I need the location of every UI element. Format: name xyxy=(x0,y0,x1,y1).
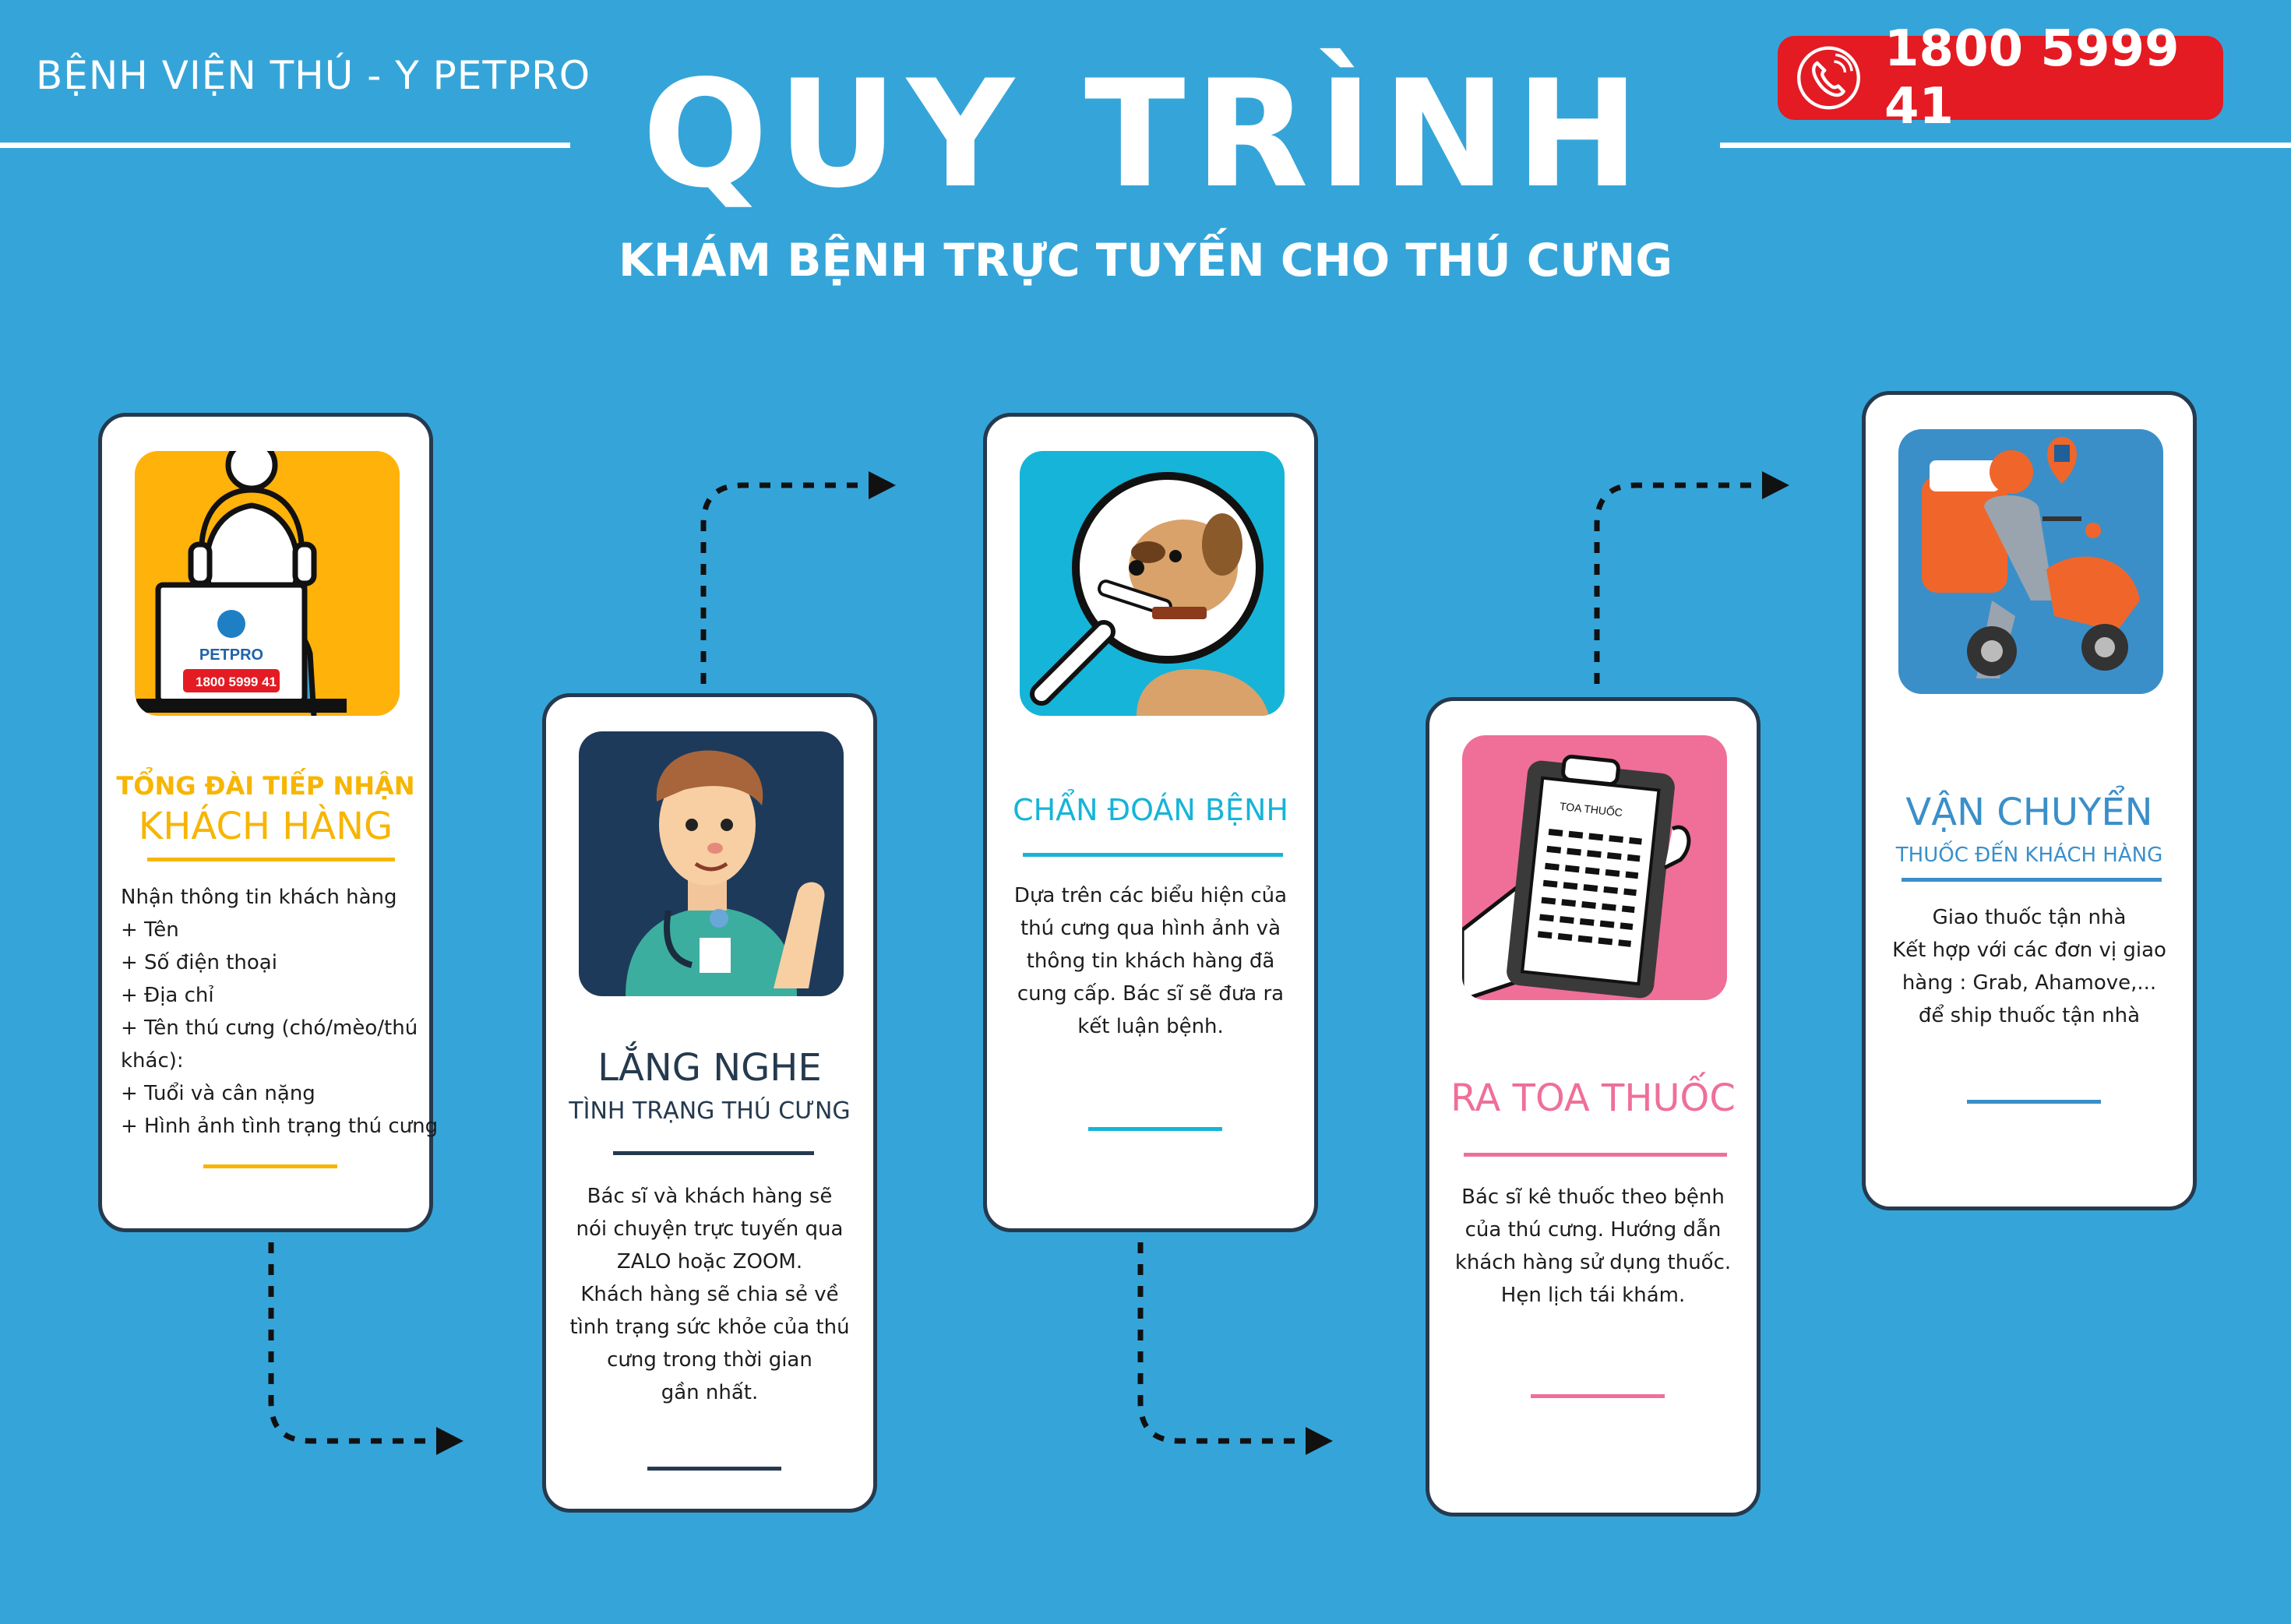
step-5-body-line: Kết hợp với các đơn vị giao xyxy=(1892,939,2166,962)
laptop-phone: 1800 5999 41 xyxy=(196,675,277,689)
step-3-bottom-line xyxy=(1088,1127,1222,1131)
step-2-body-line: Khách hàng sẽ chia sẻ về xyxy=(580,1283,839,1306)
arrowhead-4 xyxy=(1762,471,1789,499)
veterinarian-illustration xyxy=(579,731,844,996)
call-center-illustration: PETPRO 1800 5999 41 xyxy=(135,451,400,716)
infographic-page: BỆNH VIỆN THÚ - Y PETPRO QUY TRÌNH KHÁM … xyxy=(0,0,2291,1624)
step-4-body-line: khách hàng sử dụng thuốc. xyxy=(1454,1251,1732,1274)
arrow-4-to-5 xyxy=(1594,482,1762,684)
step-1-body-line: + Tên xyxy=(121,918,179,942)
step-2-body-line: tình trạng sức khỏe của thú xyxy=(569,1316,850,1339)
step-1-body-line: + Hình ảnh tình trạng thú cưng xyxy=(121,1115,439,1138)
step-3-body-line: kết luận bệnh. xyxy=(1077,1015,1224,1038)
step-1-body-line: + Số điện thoại xyxy=(121,951,277,974)
operator-icon: PETPRO 1800 5999 41 xyxy=(136,451,347,716)
step-1-bottom-line xyxy=(203,1164,337,1168)
step-card-4: TOA THUỐC RA TOA THUỐC Bác sĩ kê thuốc t… xyxy=(1426,697,1761,1517)
arrow-2-to-3 xyxy=(700,482,869,684)
step-5-body-line: Giao thuốc tận nhà xyxy=(1932,906,2127,929)
arrow-3-to-4 xyxy=(1137,1242,1306,1444)
step-5-body-line: hàng : Grab, Ahamove,... xyxy=(1902,971,2157,995)
step-3-body-line: Dựa trên các biểu hiện của xyxy=(1013,884,1288,907)
step-2-body-line: ZALO hoặc ZOOM. xyxy=(616,1250,803,1273)
arrow-1-to-2 xyxy=(268,1242,436,1444)
step-5-bottom-line xyxy=(1967,1100,2101,1104)
magnifier-icon xyxy=(1030,472,1269,716)
step-3-body-line: thú cưng qua hình ảnh và xyxy=(1020,917,1281,940)
diagnosis-illustration xyxy=(1020,451,1285,716)
step-2-body-line: nói chuyện trực tuyến qua xyxy=(576,1217,844,1241)
step-4-title-line1: RA TOA THUỐC xyxy=(1450,1076,1736,1120)
step-2-bottom-line xyxy=(647,1467,781,1471)
step-card-2: LẮNG NGHE TÌNH TRẠNG THÚ CƯNG Bác sĩ và … xyxy=(542,693,877,1513)
step-2-title-underline xyxy=(613,1151,814,1155)
step-1-title-underline xyxy=(147,858,395,861)
laptop-brand: PETPRO xyxy=(199,646,263,664)
step-1-body: Nhận thông tin khách hàng + Tên + Số điệ… xyxy=(121,881,438,1143)
step-5-title-line1: VẬN CHUYỂN xyxy=(1905,791,2153,834)
step-1-body-line: + Tuổi và cân nặng xyxy=(121,1082,315,1105)
step-card-3: CHẨN ĐOÁN BỆNH Dựa trên các biểu hiện củ… xyxy=(983,413,1318,1232)
step-3-title-underline xyxy=(1023,853,1283,857)
step-4-body-line: Bác sĩ kê thuốc theo bệnh xyxy=(1461,1185,1725,1209)
veterinarian-icon xyxy=(626,750,825,996)
step-1-title-line2: KHÁCH HÀNG xyxy=(138,805,393,848)
step-5-body-line: để ship thuốc tận nhà xyxy=(1918,1004,2141,1027)
delivery-illustration xyxy=(1898,429,2163,694)
arrowhead-2 xyxy=(869,471,896,499)
step-1-body-line: + Địa chỉ xyxy=(121,984,214,1007)
step-card-1: PETPRO 1800 5999 41 TỔNG ĐÀI TIẾP NHẬN K… xyxy=(98,413,438,1232)
step-5-title-line2: THUỐC ĐẾN KHÁCH HÀNG xyxy=(1895,844,2163,867)
step-2-body-line: Bác sĩ và khách hàng sẽ xyxy=(587,1185,833,1208)
step-2-body-line: cưng trong thời gian xyxy=(607,1348,812,1372)
step-2-body-line: gần nhất. xyxy=(661,1381,759,1404)
arrowhead-1 xyxy=(436,1427,463,1455)
step-1-body-line: Nhận thông tin khách hàng xyxy=(121,886,397,909)
step-4-body: Bác sĩ kê thuốc theo bệnh của thú cưng. … xyxy=(1429,1181,1757,1312)
step-3-body: Dựa trên các biểu hiện của thú cưng qua … xyxy=(987,879,1314,1043)
step-4-bottom-line xyxy=(1531,1394,1665,1398)
step-4-body-line: Hẹn lịch tái khám. xyxy=(1500,1284,1686,1307)
step-4-body-line: của thú cưng. Hướng dẫn xyxy=(1464,1218,1722,1242)
step-3-body-line: thông tin khách hàng đã xyxy=(1026,949,1275,973)
step-3-title-line1: CHẨN ĐOÁN BỆNH xyxy=(1013,793,1288,827)
step-1-title-line1: TỔNG ĐÀI TIẾP NHẬN xyxy=(116,771,415,801)
step-5-title-underline xyxy=(1902,878,2162,882)
step-2-body: Bác sĩ và khách hàng sẽ nói chuyện trực … xyxy=(546,1180,873,1409)
step-2-title-line1: LẮNG NGHE xyxy=(597,1046,822,1090)
prescription-illustration: TOA THUỐC xyxy=(1462,735,1727,1000)
arrowhead-3 xyxy=(1306,1427,1333,1455)
step-4-title-underline xyxy=(1464,1153,1727,1157)
step-1-body-line: khác): xyxy=(121,1049,184,1073)
step-2-title-line2: TÌNH TRẠNG THÚ CƯNG xyxy=(569,1097,851,1125)
step-5-body: Giao thuốc tận nhà Kết hợp với các đơn v… xyxy=(1866,901,2193,1032)
step-card-5: VẬN CHUYỂN THUỐC ĐẾN KHÁCH HÀNG Giao thu… xyxy=(1862,391,2197,1210)
step-3-body-line: cung cấp. Bác sĩ sẽ đưa ra xyxy=(1017,982,1285,1006)
delivery-scooter-icon xyxy=(1922,437,2140,678)
step-1-body-line: + Tên thú cưng (chó/mèo/thú xyxy=(121,1016,418,1040)
clipboard-icon: TOA THUỐC xyxy=(1462,754,1691,1000)
